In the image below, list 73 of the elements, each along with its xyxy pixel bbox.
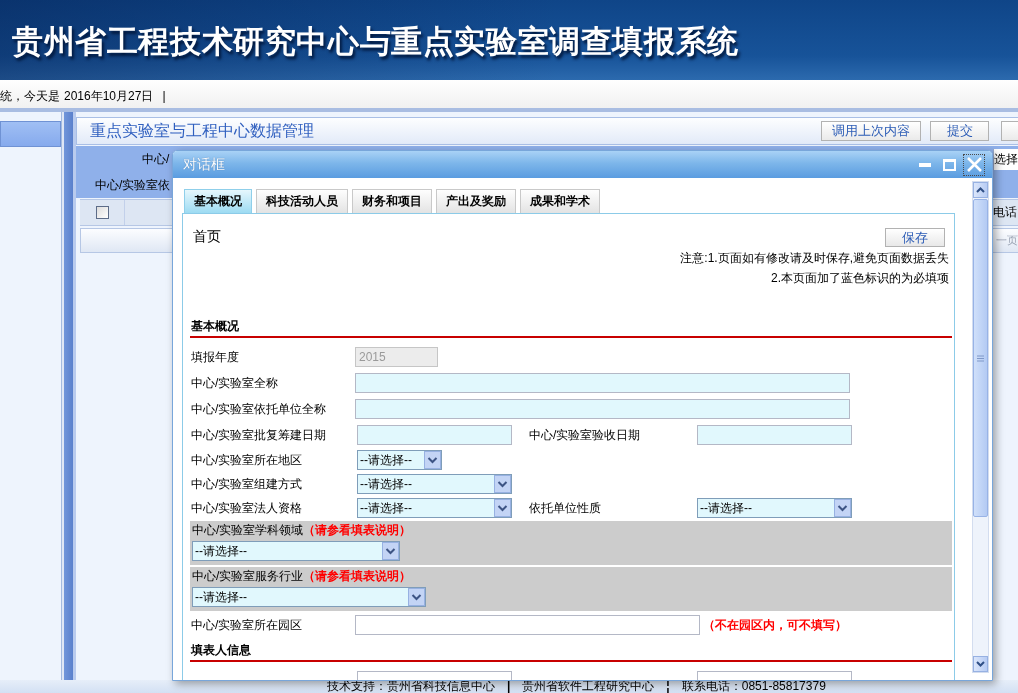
splitter-bar[interactable] — [62, 112, 76, 680]
separator-text: | — [507, 680, 511, 693]
field-label: 中心/实验室法人资格 — [191, 499, 304, 517]
field-label: 中心/实验室组建方式 — [191, 475, 304, 493]
greeting-text: 统，今天是 — [0, 87, 60, 105]
field-label: 中心/实验室批复筹建日期 — [191, 426, 328, 444]
hint-text: （请参看填表说明） — [303, 522, 412, 539]
filter-label: 中心/实验室依 — [95, 176, 171, 194]
close-button[interactable] — [963, 153, 985, 176]
toolbar-button[interactable] — [1001, 121, 1018, 141]
panel-title: 重点实验室与工程中心数据管理 — [90, 120, 314, 141]
chevron-down-icon — [834, 499, 851, 517]
dropdown-field[interactable]: 选择 — [993, 148, 1018, 170]
chevron-down-icon — [408, 588, 425, 606]
text-input[interactable] — [697, 425, 852, 445]
dropdown-field[interactable]: --请选择-- — [192, 541, 400, 561]
field-label: 中心/实验室验收日期 — [529, 426, 642, 444]
separator-text: | — [162, 89, 166, 103]
footer-text: 技术支持：贵州省科技信息中心 — [327, 680, 495, 693]
maximize-icon — [942, 158, 956, 171]
note-text: 注意:1.页面如有修改请及时保存,避免页面数据丢失 — [680, 251, 949, 265]
text-input[interactable] — [357, 425, 512, 445]
tab[interactable]: 基本概况 — [184, 189, 252, 213]
save-button[interactable]: 保存 — [885, 227, 945, 247]
hint-text: （不在园区内，可不填写） — [703, 616, 847, 634]
checkbox[interactable] — [95, 206, 109, 219]
field-label: 中心/实验室全称 — [191, 374, 280, 392]
tab[interactable]: 成果和学术 — [520, 189, 600, 213]
scrollbar[interactable] — [972, 181, 989, 673]
tab[interactable]: 产出及奖励 — [436, 189, 516, 213]
dropdown-field[interactable]: --请选择-- — [357, 474, 512, 494]
field-label: 中心/实验室服务行业 — [192, 568, 304, 585]
tab[interactable]: 财务和项目 — [352, 189, 432, 213]
minimize-icon — [919, 162, 931, 167]
page-title: 首页 — [193, 228, 221, 246]
hint-text: （请参看填表说明） — [303, 568, 412, 585]
field-label: 中心/实验室依托单位全称 — [191, 400, 328, 418]
text-input[interactable] — [355, 615, 700, 635]
section-title: 填表人信息 — [191, 643, 251, 657]
app-title: 贵州省工程技术研究中心与重点实验室调查填报系统 — [12, 22, 739, 61]
dropdown-field[interactable]: --请选择-- — [357, 450, 442, 470]
scroll-down-button[interactable] — [973, 656, 988, 672]
separator-text: ¦ — [666, 680, 670, 693]
dropdown-field[interactable]: --请选择-- — [357, 498, 512, 518]
field-label: 填报年度 — [191, 348, 240, 366]
chevron-down-icon — [494, 475, 511, 493]
sidebar-header[interactable] — [0, 121, 61, 147]
chevron-down-icon — [424, 451, 441, 469]
text-input[interactable] — [355, 399, 850, 419]
toolbar-button[interactable]: 提交 — [930, 121, 989, 141]
close-icon — [966, 157, 982, 172]
text-input[interactable] — [355, 373, 850, 393]
date-text: 2016年10月27日 — [64, 87, 154, 105]
dropdown-field[interactable]: --请选择-- — [192, 587, 426, 607]
section-title: 基本概况 — [191, 319, 239, 333]
toolbar-button[interactable]: 调用上次内容 — [821, 121, 921, 141]
dialog-title: 对话框 — [183, 155, 225, 174]
scrollbar-thumb[interactable] — [973, 199, 988, 517]
chevron-up-icon — [976, 187, 985, 193]
scroll-up-button[interactable] — [973, 182, 988, 198]
field-label: 中心/实验室所在地区 — [191, 451, 304, 469]
dropdown-field[interactable]: --请选择-- — [697, 498, 852, 518]
field-label: 依托单位性质 — [529, 499, 602, 517]
filter-label: 中心/ — [142, 150, 170, 168]
chevron-down-icon — [382, 542, 399, 560]
note-text: 2.本页面加了蓝色标识的为必填项 — [771, 271, 949, 285]
field-label: 中心/实验室学科领域 — [192, 522, 304, 539]
footer-text: 贵州省软件工程研究中心 — [522, 680, 655, 693]
field-label: 中心/实验室所在园区 — [191, 616, 304, 634]
grip-icon — [977, 354, 984, 362]
chevron-down-icon — [976, 661, 985, 667]
chevron-down-icon — [494, 499, 511, 517]
tab[interactable]: 科技活动人员 — [256, 189, 348, 213]
